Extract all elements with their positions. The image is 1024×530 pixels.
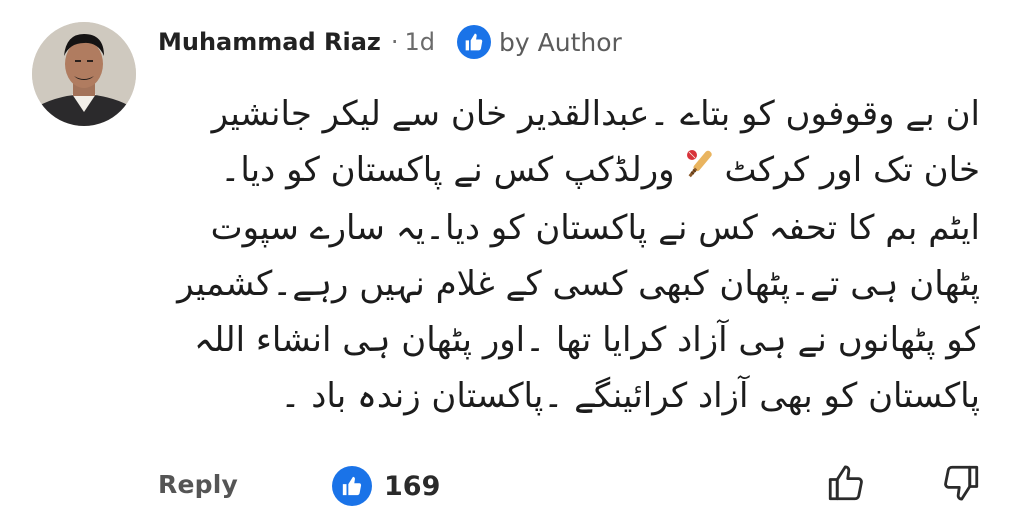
comment-text: ورلڈکپ کس نے پاکستان کو دیا۔ [220, 150, 675, 190]
badge-label: by Author [499, 27, 622, 57]
comment-text: خان تک اور کرکٹ [724, 150, 980, 190]
avatar-photo [32, 22, 136, 126]
comment-line: پاکستان کو بھی آزاد کرائینگے ۔پاکستان زن… [280, 375, 980, 416]
thumbs-up-icon [332, 466, 372, 506]
thumbs-down-outline-icon[interactable] [940, 462, 982, 504]
author-like-badge: by Author [457, 25, 622, 59]
comment-line: پٹھان ہی تے۔پٹھان کبھی کسی کے غلام نہیں … [177, 263, 980, 304]
like-summary: 169 [332, 466, 440, 506]
comment-header: Muhammad Riaz · 1d by Author [158, 22, 622, 62]
thumbs-up-outline-icon[interactable] [825, 462, 867, 504]
comment-line: خان تک اور کرکٹ ورلڈکپ کس نے پاکستان کو … [150, 142, 980, 200]
author-name[interactable]: Muhammad Riaz [158, 28, 381, 56]
comment-avatar[interactable] [32, 22, 136, 126]
thumbs-up-icon [457, 25, 492, 59]
comment-body: ان بے وقوفوں کو بتاے ۔عبدالقدیر خان سے ل… [150, 86, 980, 424]
comment-age: 1d [404, 28, 436, 56]
like-count: 169 [384, 470, 441, 502]
comment-line: ایٹم بم کا تحفہ کس نے پاکستان کو دیا۔یہ … [210, 207, 980, 248]
comment-line: کو پٹھانوں نے ہی آزاد کرایا تھا ۔اور پٹھ… [194, 319, 980, 360]
meta-separator: · [390, 28, 399, 56]
reply-button[interactable]: Reply [158, 470, 238, 499]
comment-line: ان بے وقوفوں کو بتاے ۔عبدالقدیر خان سے ل… [211, 94, 980, 134]
cricket-bat-icon [681, 144, 719, 200]
